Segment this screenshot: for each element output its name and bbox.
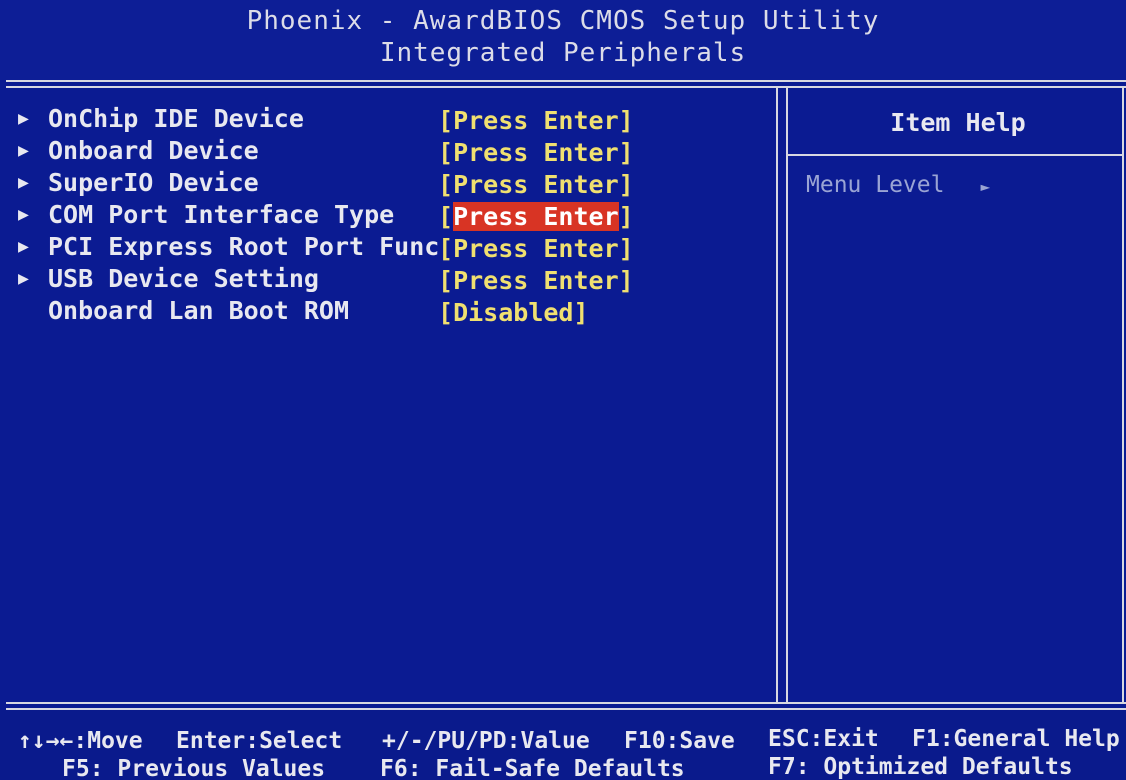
key-hint-optimized-defaults: F7: Optimized Defaults — [768, 754, 1073, 780]
bios-screen: Phoenix - AwardBIOS CMOS Setup Utility I… — [0, 0, 1126, 780]
menu-item-value[interactable]: [Press Enter] — [438, 138, 634, 167]
menu-item-label: Onboard Device — [48, 136, 259, 165]
help-panel-border — [1122, 88, 1124, 704]
menu-level-indicator: Menu Level ► — [806, 172, 990, 198]
submenu-arrow-icon: ▶ — [18, 268, 29, 289]
menu-item-label: SuperIO Device — [48, 168, 259, 197]
submenu-arrow-icon: ▶ — [18, 140, 29, 161]
utility-title: Phoenix - AwardBIOS CMOS Setup Utility — [246, 6, 880, 36]
key-hint-general-help: F1:General Help — [912, 726, 1120, 752]
header-divider-top — [6, 80, 1126, 82]
menu-item-com-port-interface-type[interactable]: ▶ COM Port Interface Type [Press Enter] — [18, 200, 778, 231]
menu-level-label: Menu Level — [806, 172, 945, 198]
key-hint-move: ↑↓→←:Move — [18, 728, 143, 754]
key-hint-failsafe-defaults: F6: Fail-Safe Defaults — [380, 756, 685, 780]
panel-divider-right — [786, 88, 788, 704]
menu-item-label: PCI Express Root Port Func — [48, 232, 440, 261]
menu-item-value[interactable]: [Press Enter] — [438, 170, 634, 199]
menu-item-superio-device[interactable]: ▶ SuperIO Device [Press Enter] — [18, 168, 778, 199]
page-title: Integrated Peripherals — [379, 38, 747, 68]
key-hint-select: Enter:Select — [176, 728, 343, 754]
help-title-divider — [788, 154, 1122, 156]
header-divider-bottom — [6, 86, 1126, 88]
menu-item-value[interactable]: [Press Enter] — [438, 234, 634, 263]
key-hint-exit: ESC:Exit — [768, 726, 879, 752]
menu-item-onchip-ide-device[interactable]: ▶ OnChip IDE Device [Press Enter] — [18, 104, 778, 135]
bios-header: Phoenix - AwardBIOS CMOS Setup Utility I… — [0, 0, 1126, 80]
menu-item-label: Onboard Lan Boot ROM — [48, 296, 350, 325]
menu-item-label: COM Port Interface Type — [48, 200, 395, 229]
submenu-arrow-icon: ▶ — [18, 108, 29, 129]
footer-divider-top — [6, 702, 1126, 704]
menu-item-onboard-device[interactable]: ▶ Onboard Device [Press Enter] — [18, 136, 778, 167]
submenu-arrow-icon: ▶ — [18, 172, 29, 193]
selection-highlight: Press Enter — [453, 202, 619, 231]
submenu-arrow-icon: ▶ — [18, 204, 29, 225]
key-help-footer: ↑↓→←:Move Enter:Select +/-/PU/PD:Value F… — [0, 710, 1126, 780]
menu-item-value[interactable]: [Press Enter] — [438, 266, 634, 295]
key-hint-value: +/-/PU/PD:Value — [382, 728, 590, 754]
menu-item-value[interactable]: [Disabled] — [438, 298, 589, 327]
menu-item-onboard-lan-boot-rom[interactable]: Onboard Lan Boot ROM [Disabled] — [18, 296, 778, 327]
menu-item-value[interactable]: [Press Enter] — [438, 106, 634, 135]
menu-level-arrow-icon: ► — [980, 177, 991, 196]
menu-item-label: OnChip IDE Device — [48, 104, 304, 133]
menu-item-value-selected[interactable]: [Press Enter] — [438, 202, 634, 231]
key-hint-previous-values: F5: Previous Values — [62, 756, 326, 780]
submenu-arrow-icon: ▶ — [18, 236, 29, 257]
key-hint-save: F10:Save — [624, 728, 735, 754]
item-help-title: Item Help — [890, 108, 1026, 137]
menu-item-usb-device-setting[interactable]: ▶ USB Device Setting [Press Enter] — [18, 264, 778, 295]
menu-item-label: USB Device Setting — [48, 264, 319, 293]
menu-item-pci-express-root-port-func[interactable]: ▶ PCI Express Root Port Func [Press Ente… — [18, 232, 778, 263]
